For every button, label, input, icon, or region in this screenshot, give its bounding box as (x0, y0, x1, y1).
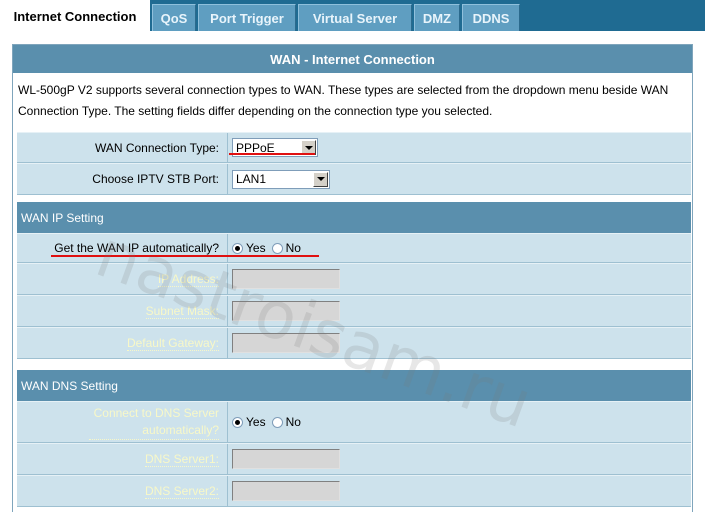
iptv-port-select[interactable]: LAN1 (232, 169, 330, 189)
ip-address-input[interactable] (232, 269, 340, 289)
ip-address-label[interactable]: IP Address: (157, 272, 219, 287)
page-title: WAN - Internet Connection (13, 45, 692, 73)
wan-ip-auto-no-radio[interactable]: No (271, 241, 301, 255)
tab-label: Port Trigger (210, 10, 284, 26)
radio-unchecked-icon[interactable] (271, 416, 283, 428)
radio-label: No (285, 241, 301, 255)
chevron-down-icon[interactable] (313, 171, 328, 187)
tab-label: Internet Connection (13, 9, 137, 24)
subnet-mask-label[interactable]: Subnet Mask: (145, 304, 219, 319)
subnet-mask-input[interactable] (232, 301, 340, 321)
wan-connection-type-label: WAN Connection Type: (94, 140, 219, 155)
wan-ip-auto-cell: Yes No (227, 234, 691, 262)
dns-server1-label[interactable]: DNS Server1: (144, 452, 219, 467)
radio-unchecked-icon[interactable] (271, 242, 283, 254)
radio-checked-icon[interactable] (232, 242, 243, 254)
radio-label: Yes (246, 415, 266, 429)
subnet-mask-row: Subnet Mask: (17, 295, 691, 327)
settings-table: WAN - Internet Connection WL-500gP V2 su… (12, 44, 693, 512)
dns-auto-row: Connect to DNS Server automatically? Yes… (17, 401, 691, 443)
tab-qos[interactable]: QoS (152, 4, 196, 31)
wan-connection-type-row: WAN Connection Type: PPPoE (17, 132, 691, 163)
wan-ip-section-header: WAN IP Setting (17, 202, 691, 233)
iptv-port-cell: LAN1 (227, 164, 691, 194)
radio-label: No (285, 415, 301, 429)
wan-ip-auto-label: Get the WAN IP automatically? (54, 241, 219, 255)
dns-server1-input[interactable] (232, 449, 340, 469)
dns-auto-label[interactable]: Connect to DNS Server automatically? (89, 405, 219, 440)
default-gateway-row: Default Gateway: (17, 327, 691, 359)
dns-server2-label-cell: DNS Server2: (17, 476, 223, 506)
tab-label: QoS (160, 10, 188, 26)
dns-auto-no-radio[interactable]: No (271, 415, 301, 429)
tab-dmz[interactable]: DMZ (414, 4, 460, 31)
dns-auto-label-cell: Connect to DNS Server automatically? (17, 402, 223, 442)
ip-address-row: IP Address: (17, 263, 691, 295)
wan-dns-section-header: WAN DNS Setting (17, 370, 691, 401)
radio-checked-icon[interactable] (232, 416, 243, 428)
ip-address-label-cell: IP Address: (17, 264, 223, 294)
page-description: WL-500gP V2 supports several connection … (18, 83, 669, 118)
radio-label: Yes (246, 241, 266, 255)
dns-auto-yes-radio[interactable]: Yes (232, 415, 266, 429)
dns-server2-cell (227, 476, 691, 506)
dns-server1-row: DNS Server1: (17, 443, 691, 475)
tab-ddns[interactable]: DDNS (462, 4, 520, 31)
tab-port-trigger[interactable]: Port Trigger (198, 4, 296, 31)
tab-internet-connection[interactable]: Internet Connection (0, 0, 150, 32)
dns-server2-label[interactable]: DNS Server2: (144, 484, 219, 499)
tab-panel: WAN - Internet Connection WL-500gP V2 su… (0, 31, 705, 512)
select-value: LAN1 (236, 172, 267, 186)
highlight-underline (229, 153, 315, 155)
dns-auto-cell: Yes No (227, 402, 691, 442)
dns-server1-label-cell: DNS Server1: (17, 444, 223, 474)
iptv-port-label: Choose IPTV STB Port: (92, 172, 219, 186)
tab-label: DDNS (472, 10, 510, 26)
tab-label: DMZ (422, 10, 452, 26)
subnet-mask-label-cell: Subnet Mask: (17, 296, 223, 326)
dns-server2-input[interactable] (232, 481, 340, 501)
tab-label: Virtual Server (312, 10, 398, 26)
default-gateway-cell (227, 328, 691, 358)
wan-ip-auto-row: Get the WAN IP automatically? Yes No (17, 233, 691, 263)
subnet-mask-cell (227, 296, 691, 326)
wan-connection-type-cell: PPPoE (227, 133, 691, 162)
dns-server1-cell (227, 444, 691, 474)
iptv-port-row: Choose IPTV STB Port: LAN1 (17, 163, 691, 195)
default-gateway-label[interactable]: Default Gateway: (126, 336, 219, 351)
tab-virtual-server[interactable]: Virtual Server (298, 4, 412, 31)
wan-ip-auto-yes-radio[interactable]: Yes (232, 241, 266, 255)
highlight-underline (51, 255, 319, 257)
default-gateway-label-cell: Default Gateway: (17, 328, 223, 358)
ip-address-cell (227, 264, 691, 294)
tab-bar: Internet Connection QoS Port Trigger Vir… (0, 0, 705, 32)
dns-server2-row: DNS Server2: (17, 475, 691, 507)
default-gateway-input[interactable] (232, 333, 340, 353)
